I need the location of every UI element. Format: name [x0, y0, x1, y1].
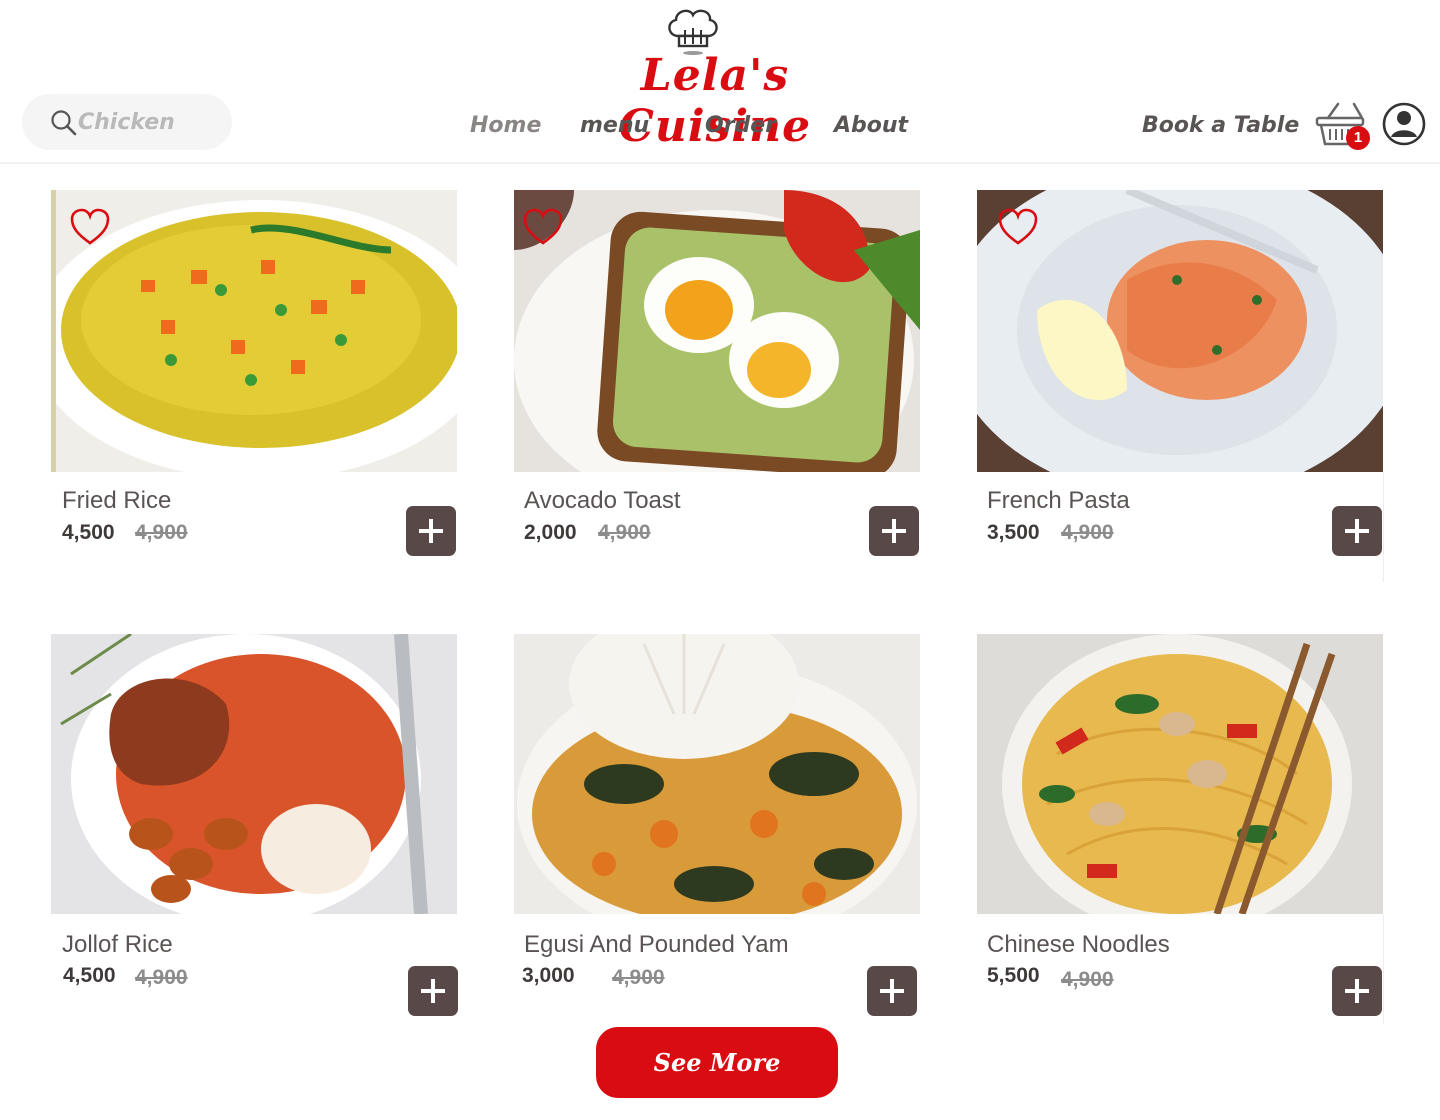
search-input[interactable]: [78, 106, 218, 138]
plus-icon: [880, 979, 904, 1003]
heart-icon[interactable]: [69, 207, 111, 247]
heart-icon[interactable]: [997, 207, 1039, 247]
dish-old-price: 4,900: [1061, 968, 1114, 991]
add-to-cart-button[interactable]: [869, 506, 919, 556]
site-header: Lela's Cuisine Home menu Order About Boo…: [0, 0, 1440, 164]
menu-card-avocado-toast: Avocado Toast 2,000 4,900: [514, 190, 920, 585]
dish-old-price: 4,900: [612, 966, 665, 989]
menu-card-chinese-noodles: Chinese Noodles 5,500 4,900: [977, 634, 1384, 1029]
add-to-cart-button[interactable]: [867, 966, 917, 1016]
add-to-cart-button[interactable]: [1332, 506, 1382, 556]
card-divider: [1383, 472, 1384, 582]
dish-old-price: 4,900: [598, 521, 651, 544]
dish-name: Fried Rice: [62, 487, 172, 514]
dish-price: 3,000: [522, 964, 575, 987]
dish-old-price: 4,900: [135, 521, 188, 544]
dish-name: Jollof Rice: [62, 931, 173, 958]
dish-name: Avocado Toast: [524, 487, 681, 514]
add-to-cart-button[interactable]: [406, 506, 456, 556]
dish-photo: [514, 190, 920, 472]
dish-old-price: 4,900: [1061, 521, 1114, 544]
heart-icon[interactable]: [522, 207, 564, 247]
book-table-link[interactable]: Book a Table: [1142, 113, 1299, 138]
see-more-button[interactable]: See More: [596, 1027, 838, 1098]
dish-price: 4,500: [63, 964, 116, 987]
search-icon[interactable]: [50, 109, 78, 137]
plus-icon: [882, 519, 906, 543]
dish-old-price: 4,900: [135, 966, 188, 989]
dish-price: 2,000: [524, 521, 577, 544]
cart-count-badge: 1: [1346, 126, 1370, 150]
nav-home[interactable]: Home: [470, 113, 541, 138]
plus-icon: [1345, 979, 1369, 1003]
dish-price: 3,500: [987, 521, 1040, 544]
plus-icon: [419, 519, 443, 543]
menu-card-jollof-rice: Jollof Rice 4,500 4,900: [51, 634, 458, 1029]
nav-about[interactable]: About: [834, 113, 908, 138]
nav-order[interactable]: Order: [705, 113, 776, 138]
menu-card-fried-rice: Fried Rice 4,500 4,900: [51, 190, 457, 585]
dish-photo: [977, 634, 1383, 914]
dish-photo: [514, 634, 920, 914]
dish-photo: [51, 634, 457, 914]
dish-name: Egusi And Pounded Yam: [524, 931, 789, 958]
dish-price: 5,500: [987, 964, 1040, 987]
card-divider: [1383, 914, 1384, 1024]
user-icon[interactable]: [1382, 102, 1426, 146]
add-to-cart-button[interactable]: [408, 966, 458, 1016]
add-to-cart-button[interactable]: [1332, 966, 1382, 1016]
dish-name: Chinese Noodles: [987, 931, 1170, 958]
plus-icon: [1345, 519, 1369, 543]
nav-menu[interactable]: menu: [580, 113, 649, 138]
plus-icon: [421, 979, 445, 1003]
search-box[interactable]: [22, 94, 232, 150]
menu-card-egusi-pounded-yam: Egusi And Pounded Yam 3,000 4,900: [514, 634, 920, 1029]
dish-price: 4,500: [62, 521, 115, 544]
dish-photo: [51, 190, 457, 472]
dish-name: French Pasta: [987, 487, 1130, 514]
menu-card-french-pasta: French Pasta 3,500 4,900: [977, 190, 1384, 585]
